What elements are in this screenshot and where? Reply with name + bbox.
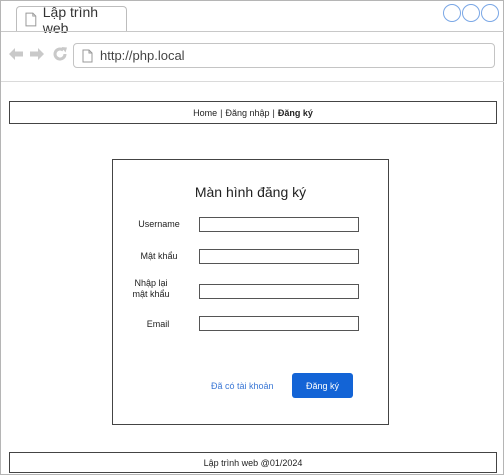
browser-tab[interactable]: Lập trình web xyxy=(16,4,127,36)
nav-home-link[interactable]: Home xyxy=(193,108,217,118)
confirm-password-label: Nhập lại mật khẩu xyxy=(116,278,186,300)
maximize-button[interactable] xyxy=(462,4,480,22)
page-icon xyxy=(82,49,93,62)
username-input[interactable] xyxy=(199,217,359,232)
nav-separator: | xyxy=(272,107,275,118)
url-text: http://php.local xyxy=(100,48,185,63)
browser-window: Lập trình web http://php.local Home | Đă… xyxy=(0,0,504,475)
nav-login-link[interactable]: Đăng nhập xyxy=(225,108,269,118)
reload-icon[interactable] xyxy=(52,46,68,62)
tab-divider xyxy=(1,31,504,32)
page-icon xyxy=(25,12,37,27)
confirm-password-input[interactable] xyxy=(199,284,359,299)
have-account-link[interactable]: Đã có tài khoản xyxy=(211,381,274,391)
password-label: Mật khẩu xyxy=(140,251,178,261)
forward-arrow-icon[interactable] xyxy=(29,47,45,61)
register-button[interactable]: Đăng ký xyxy=(292,373,353,398)
nav-separator: | xyxy=(220,107,223,118)
username-label: Username xyxy=(138,219,180,229)
email-input[interactable] xyxy=(199,316,359,331)
close-button[interactable] xyxy=(481,4,499,22)
form-title: Màn hình đăng ký xyxy=(194,184,307,200)
back-arrow-icon[interactable] xyxy=(8,47,24,61)
email-label: Email xyxy=(146,319,170,329)
nav-bar: Home | Đăng nhập | Đăng ký xyxy=(9,101,497,124)
footer-text: Lập trình web @01/2024 xyxy=(203,457,303,468)
footer: Lập trình web @01/2024 xyxy=(9,452,497,473)
register-form: Màn hình đăng ký Username Mật khẩu Nhập … xyxy=(112,159,389,425)
confirm-label-line1: Nhập lại xyxy=(134,278,168,288)
toolbar-divider xyxy=(1,81,504,82)
password-input[interactable] xyxy=(199,249,359,264)
nav-register-link[interactable]: Đăng ký xyxy=(278,108,313,118)
minimize-button[interactable] xyxy=(443,4,461,22)
confirm-label-line2: mật khẩu xyxy=(132,289,170,299)
address-bar[interactable]: http://php.local xyxy=(73,43,495,68)
window-controls xyxy=(443,4,499,22)
